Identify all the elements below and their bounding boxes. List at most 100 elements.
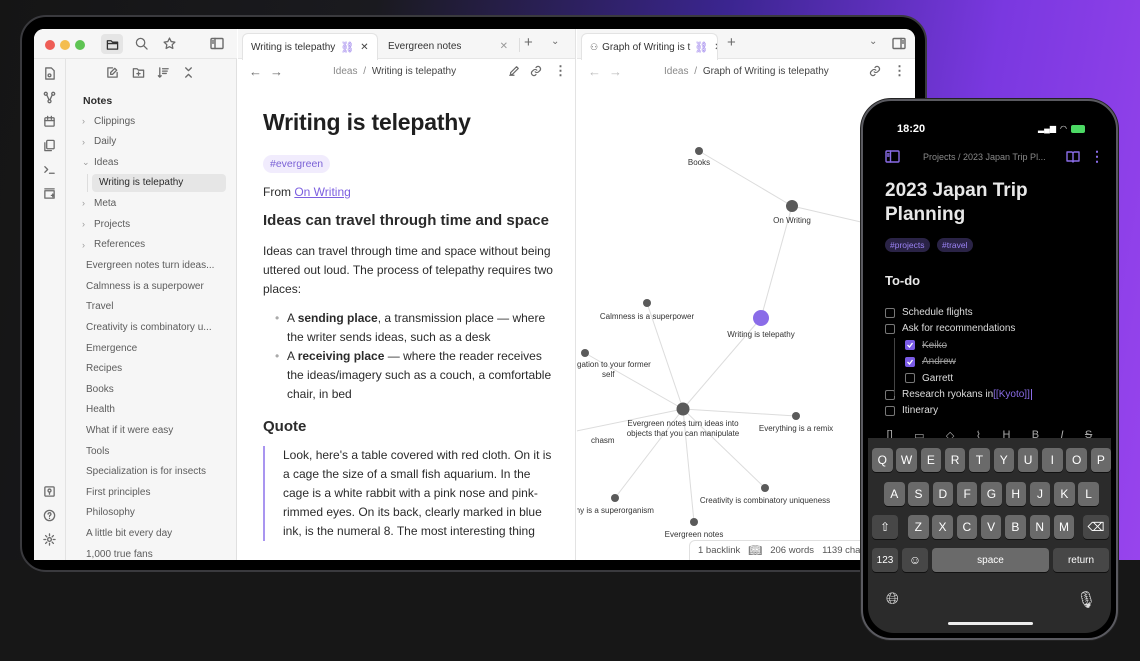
task-checkbox[interactable] — [905, 373, 915, 384]
daily-note-calendar-icon[interactable] — [43, 115, 56, 128]
graph-node-onwriting[interactable] — [786, 200, 798, 212]
sidebar-file[interactable]: Books — [86, 384, 114, 395]
more-options-icon[interactable]: ⋮ — [1090, 148, 1104, 165]
graph-node-creat[interactable] — [761, 484, 769, 492]
kyoto-wikilink[interactable]: [[Kyoto]] — [993, 389, 1030, 400]
sidebar-file[interactable]: Calmness is a superpower — [86, 281, 204, 292]
task-item[interactable]: Research ryokans in [[Kyoto]] — [885, 389, 1033, 400]
emoji-key[interactable]: ☺ — [902, 548, 928, 572]
task-checkbox[interactable] — [905, 340, 915, 351]
task-item[interactable]: Schedule flights — [885, 307, 973, 318]
graph-node-remix[interactable] — [792, 412, 800, 420]
key-l[interactable]: L — [1078, 482, 1099, 506]
forward-arrow-icon[interactable]: → — [270, 64, 283, 79]
new-folder-icon[interactable] — [132, 66, 145, 79]
graph-node-former[interactable] — [581, 349, 589, 357]
sidebar-folder-projects[interactable]: › Projects — [82, 215, 130, 233]
sidebar-file[interactable]: 1,000 true fans — [86, 549, 153, 560]
sidebar-folder-ideas[interactable]: ⌄ Ideas — [82, 153, 118, 171]
tab-evergreen-notes[interactable]: Evergreen notes ✕ — [380, 33, 518, 60]
close-tab-icon[interactable]: ✕ — [360, 42, 368, 53]
link-icon[interactable] — [530, 65, 542, 77]
graph-view-icon[interactable] — [43, 91, 56, 104]
close-tab-icon[interactable]: ✕ — [714, 42, 717, 53]
sidebar-toggle-icon[interactable] — [885, 150, 900, 163]
key-r[interactable]: R — [944, 448, 966, 472]
sort-icon[interactable] — [157, 66, 170, 79]
task-checkbox[interactable] — [885, 405, 895, 416]
right-sidebar-toggle-icon[interactable] — [892, 37, 906, 50]
breadcrumb-folder[interactable]: Ideas — [333, 66, 357, 77]
task-item[interactable]: Garrett — [905, 373, 953, 384]
microphone-icon[interactable]: 🎙︎ — [1076, 590, 1096, 610]
key-u[interactable]: U — [1017, 448, 1039, 472]
task-item[interactable]: Ask for recommendations — [885, 323, 1015, 334]
edit-pencil-icon[interactable] — [508, 65, 520, 77]
graph-node-company[interactable] — [611, 494, 619, 502]
minimize-window-button[interactable] — [60, 40, 70, 50]
search-icon[interactable] — [135, 37, 148, 50]
help-icon[interactable] — [43, 509, 56, 522]
reading-view-book-icon[interactable] — [1066, 150, 1080, 163]
sidebar-file[interactable]: Evergreen notes turn ideas... — [86, 260, 214, 271]
key-j[interactable]: J — [1029, 482, 1051, 506]
backspace-key[interactable]: ⌫ — [1083, 515, 1109, 539]
tag-travel[interactable]: #travel — [937, 238, 973, 252]
key-n[interactable]: N — [1029, 515, 1050, 539]
key-z[interactable]: Z — [908, 515, 929, 539]
key-p[interactable]: P — [1090, 448, 1111, 472]
globe-icon[interactable]: 🌐︎ — [886, 591, 899, 609]
vault-icon[interactable] — [43, 485, 56, 498]
key-i[interactable]: I — [1042, 448, 1063, 472]
key-m[interactable]: M — [1053, 515, 1075, 539]
tab-list-chevron-icon[interactable]: ⌄ — [869, 36, 877, 47]
on-writing-link[interactable]: On Writing — [294, 185, 350, 199]
files-icon[interactable] — [101, 34, 123, 54]
sidebar-file[interactable]: Health — [86, 404, 115, 415]
sidebar-folder-clippings[interactable]: › Clippings — [82, 112, 135, 130]
sidebar-file[interactable]: First principles — [86, 487, 150, 498]
open-quick-switcher-icon[interactable] — [43, 67, 56, 80]
tab-graph-of-writing[interactable]: ⚇ Graph of Writing is t ⛓ ✕ — [581, 33, 718, 60]
reading-mode-icon[interactable]: 📖︎ — [748, 544, 762, 557]
key-b[interactable]: B — [1005, 515, 1026, 539]
space-key[interactable]: space — [932, 548, 1049, 572]
collapse-all-icon[interactable] — [182, 66, 195, 79]
key-d[interactable]: D — [932, 482, 954, 506]
forward-arrow-icon[interactable]: → — [609, 64, 622, 79]
link-icon[interactable] — [869, 65, 881, 77]
sidebar-file[interactable]: What if it were easy — [86, 425, 173, 436]
sidebar-file[interactable]: Recipes — [86, 363, 122, 374]
key-y[interactable]: Y — [993, 448, 1014, 472]
key-a[interactable]: A — [884, 482, 905, 506]
key-v[interactable]: V — [980, 515, 1002, 539]
settings-icon[interactable] — [43, 533, 56, 546]
sidebar-file-selected[interactable]: Writing is telepathy — [92, 173, 226, 192]
command-palette-icon[interactable] — [43, 163, 56, 176]
key-c[interactable]: C — [956, 515, 978, 539]
graph-node-evg[interactable] — [676, 402, 690, 416]
sidebar-file[interactable]: Tools — [86, 446, 109, 457]
new-tab-icon[interactable]: + — [727, 34, 736, 51]
tab-writing-is-telepathy[interactable]: Writing is telepathy ⛓ ✕ — [242, 33, 378, 60]
sidebar-file[interactable]: Travel — [86, 301, 113, 312]
sidebar-folder-daily[interactable]: › Daily — [82, 133, 116, 151]
close-tab-icon[interactable]: ✕ — [500, 41, 508, 52]
graph-node-books[interactable] — [695, 147, 703, 155]
sidebar-file[interactable]: A little bit every day — [86, 528, 172, 539]
close-window-button[interactable] — [45, 40, 55, 50]
new-tab-icon[interactable]: + — [524, 34, 533, 51]
bookmark-star-icon[interactable] — [163, 37, 176, 50]
task-item[interactable]: Itinerary — [885, 405, 938, 416]
key-s[interactable]: S — [908, 482, 929, 506]
tag-evergreen[interactable]: #evergreen — [263, 155, 331, 173]
tab-list-chevron-icon[interactable]: ⌄ — [551, 36, 559, 47]
back-arrow-icon[interactable]: ← — [588, 64, 601, 79]
sidebar-file[interactable]: Specialization is for insects — [86, 466, 206, 477]
new-note-icon[interactable] — [106, 66, 119, 79]
key-x[interactable]: X — [932, 515, 953, 539]
more-options-icon[interactable]: ⋮ — [893, 63, 906, 79]
key-e[interactable]: E — [920, 448, 942, 472]
back-arrow-icon[interactable]: ← — [249, 64, 262, 79]
graph-node-calm[interactable] — [643, 299, 651, 307]
